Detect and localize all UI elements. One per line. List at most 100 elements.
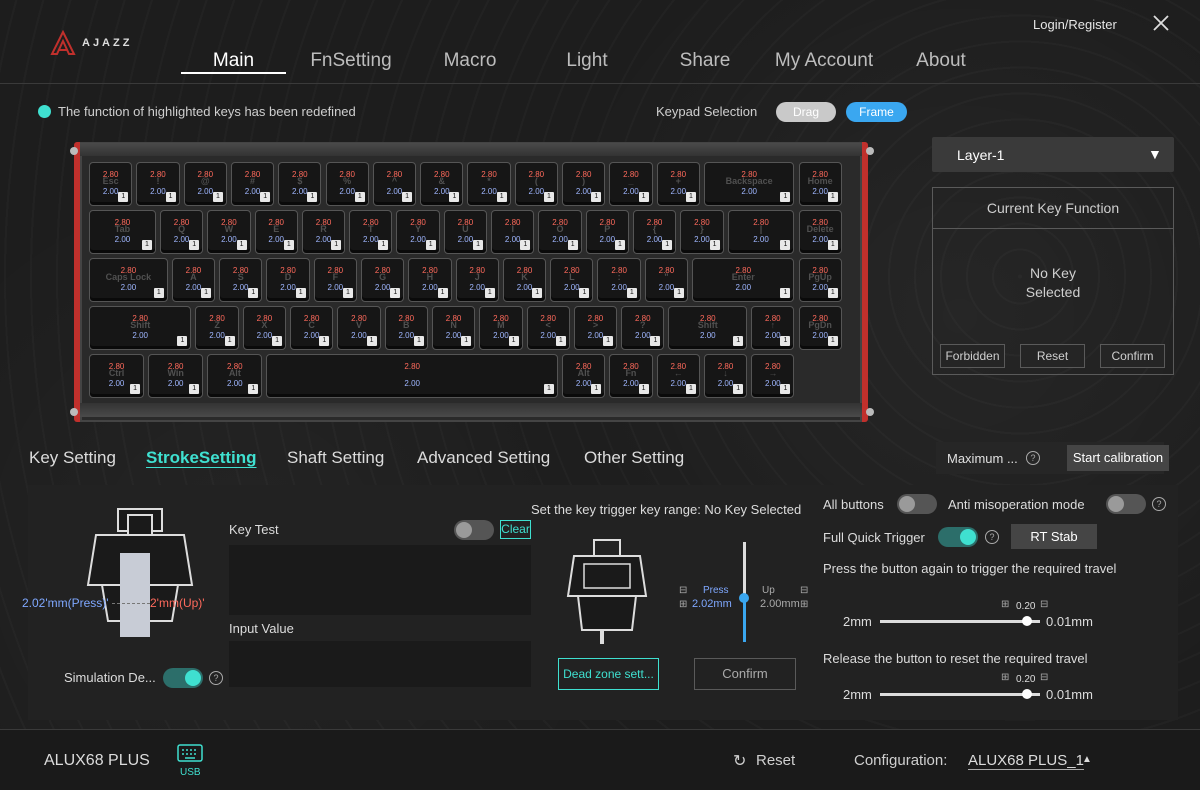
nav-my-account[interactable]: My Account xyxy=(765,50,883,72)
keyboard-usb-icon[interactable] xyxy=(177,744,203,764)
tab-stroke-setting[interactable]: StrokeSetting xyxy=(146,448,257,468)
confirm-range-button[interactable]: Confirm xyxy=(694,658,796,690)
key[interactable]: R 2.80 2.00 1 xyxy=(301,210,346,254)
key[interactable]: B 2.80 2.00 1 xyxy=(384,306,428,350)
key[interactable]: * 2.80 2.00 1 xyxy=(467,162,511,206)
key[interactable]: Esc 2.80 2.00 1 xyxy=(89,162,133,206)
minus-icon[interactable]: ⊟ xyxy=(800,585,808,596)
key[interactable]: D 2.80 2.00 1 xyxy=(266,258,310,302)
help-icon[interactable]: ? xyxy=(985,530,999,544)
configuration-select[interactable]: ALUX68 PLUS_1 xyxy=(968,752,1084,770)
key[interactable]: PgDn 2.80 2.00 1 xyxy=(798,306,842,350)
refresh-icon[interactable]: ↻ xyxy=(733,751,746,771)
maximum-label[interactable]: Maximum ... xyxy=(947,451,1018,466)
key[interactable]: C 2.80 2.00 1 xyxy=(290,306,334,350)
key[interactable]: +2.80 2.00 1 xyxy=(656,162,700,206)
key[interactable]: Home 2.80 2.00 1 xyxy=(798,162,842,206)
frame-button[interactable]: Frame xyxy=(846,102,907,122)
trigger-range-knob[interactable] xyxy=(739,593,749,603)
reset-key-button[interactable]: Reset xyxy=(1020,344,1085,368)
plus-icon[interactable]: ⊞ xyxy=(800,599,808,610)
key[interactable]: {2.80 2.00 1 xyxy=(632,210,677,254)
tab-key-setting[interactable]: Key Setting xyxy=(29,448,116,468)
forbidden-button[interactable]: Forbidden xyxy=(940,344,1005,368)
key[interactable]: Enter 2.80 2.00 1 xyxy=(692,258,795,302)
key[interactable]: (2.80 2.00 1 xyxy=(514,162,558,206)
minus-icon[interactable]: ⊟ xyxy=(1040,672,1048,683)
release-travel-slider-knob[interactable] xyxy=(1022,689,1032,699)
key[interactable]: U 2.80 2.00 1 xyxy=(443,210,488,254)
key[interactable]: " 2.80 2.00 1 xyxy=(644,258,689,302)
key[interactable]: ↑ 2.80 2.00 1 xyxy=(751,306,795,350)
dead-zone-settings-button[interactable]: Dead zone sett... xyxy=(558,658,659,690)
close-icon[interactable] xyxy=(1150,12,1172,34)
key[interactable]: S 2.80 2.00 1 xyxy=(219,258,263,302)
key[interactable]: X 2.80 2.00 1 xyxy=(242,306,287,350)
key[interactable]: M 2.80 2.00 1 xyxy=(479,306,523,350)
key[interactable]: Fn 2.80 2.00 1 xyxy=(609,354,653,398)
nav-share[interactable]: Share xyxy=(670,50,740,72)
key[interactable]: A 2.80 2.00 1 xyxy=(171,258,216,302)
tab-advanced-setting[interactable]: Advanced Setting xyxy=(417,448,550,468)
all-buttons-toggle[interactable] xyxy=(897,494,937,514)
key[interactable]: H 2.80 2.00 1 xyxy=(408,258,452,302)
key[interactable]: Win 2.80 2.00 1 xyxy=(148,354,204,398)
key[interactable]: G 2.80 2.00 1 xyxy=(360,258,405,302)
key[interactable]: Alt 2.80 2.00 1 xyxy=(207,354,263,398)
key[interactable]: N 2.80 2.00 1 xyxy=(431,306,476,350)
nav-light[interactable]: Light xyxy=(552,50,622,72)
plus-icon[interactable]: ⊞ xyxy=(1001,599,1009,610)
key[interactable]: % 2.80 2.00 1 xyxy=(325,162,369,206)
key[interactable]: PgUp 2.80 2.00 1 xyxy=(798,258,842,302)
key[interactable]: O 2.80 2.00 1 xyxy=(538,210,582,254)
key[interactable]: Caps Lock 2.80 2.00 1 xyxy=(89,258,168,302)
key[interactable]: ) 2.80 2.00 1 xyxy=(562,162,606,206)
key[interactable]: :2.80 2.00 1 xyxy=(597,258,641,302)
key[interactable]: Ctrl 2.80 2.00 1 xyxy=(89,354,145,398)
key[interactable]: J 2.80 2.00 1 xyxy=(455,258,499,302)
input-value-area[interactable] xyxy=(229,641,531,687)
key[interactable]: → 2.80 2.00 1 xyxy=(751,354,795,398)
key[interactable]: Y 2.80 2.00 1 xyxy=(396,210,440,254)
key[interactable]: ! 2.80 2.00 1 xyxy=(136,162,180,206)
anti-misoperation-toggle[interactable] xyxy=(1106,494,1146,514)
key[interactable]: Z 2.80 2.00 1 xyxy=(195,306,239,350)
key[interactable]: _ 2.80 2.00 1 xyxy=(609,162,653,206)
key[interactable]: E 2.80 2.00 1 xyxy=(254,210,298,254)
simulation-toggle[interactable] xyxy=(163,668,203,688)
nav-macro[interactable]: Macro xyxy=(430,50,510,72)
reset-config-button[interactable]: Reset xyxy=(756,752,795,769)
tab-shaft-setting[interactable]: Shaft Setting xyxy=(287,448,384,468)
key[interactable]: Tab 2.80 2.00 1 xyxy=(89,210,156,254)
key-test-toggle[interactable] xyxy=(454,520,494,540)
start-calibration-button[interactable]: Start calibration xyxy=(1067,445,1169,471)
nav-fnsetting[interactable]: FnSetting xyxy=(300,50,402,72)
help-icon[interactable]: ? xyxy=(1152,497,1166,511)
key[interactable]: ↓ 2.80 2.00 1 xyxy=(703,354,748,398)
full-quick-trigger-toggle[interactable] xyxy=(938,527,978,547)
help-icon[interactable]: ? xyxy=(209,671,223,685)
key[interactable]: 2.80 2.00 1 xyxy=(266,354,558,398)
key[interactable]: Delete 2.80 2.00 1 xyxy=(798,210,842,254)
help-icon[interactable]: ? xyxy=(1026,451,1040,465)
rt-stab-button[interactable]: RT Stab xyxy=(1011,524,1097,549)
key[interactable]: K 2.80 2.00 1 xyxy=(502,258,547,302)
login-register-link[interactable]: Login/Register xyxy=(1033,17,1117,32)
caret-up-icon[interactable]: ▲ xyxy=(1082,754,1092,765)
key[interactable]: W 2.80 2.00 1 xyxy=(207,210,251,254)
key[interactable]: F 2.80 2.00 1 xyxy=(313,258,357,302)
key[interactable]: ^ 2.80 2.00 1 xyxy=(372,162,417,206)
minus-icon[interactable]: ⊟ xyxy=(1040,599,1048,610)
key[interactable]: Q 2.80 2.00 1 xyxy=(159,210,204,254)
press-travel-slider-knob[interactable] xyxy=(1022,616,1032,626)
key[interactable]: Shift 2.80 2.00 1 xyxy=(89,306,192,350)
minus-icon[interactable]: ⊟ xyxy=(679,585,687,596)
key[interactable]: L 2.80 2.00 1 xyxy=(550,258,594,302)
key[interactable]: <2.80 2.00 1 xyxy=(526,306,570,350)
clear-button[interactable]: Clear xyxy=(500,520,531,539)
release-travel-slider[interactable] xyxy=(880,693,1040,696)
confirm-key-button[interactable]: Confirm xyxy=(1100,344,1165,368)
plus-icon[interactable]: ⊞ xyxy=(1001,672,1009,683)
key[interactable]: Shift 2.80 2.00 1 xyxy=(668,306,748,350)
key-test-area[interactable] xyxy=(229,545,531,615)
